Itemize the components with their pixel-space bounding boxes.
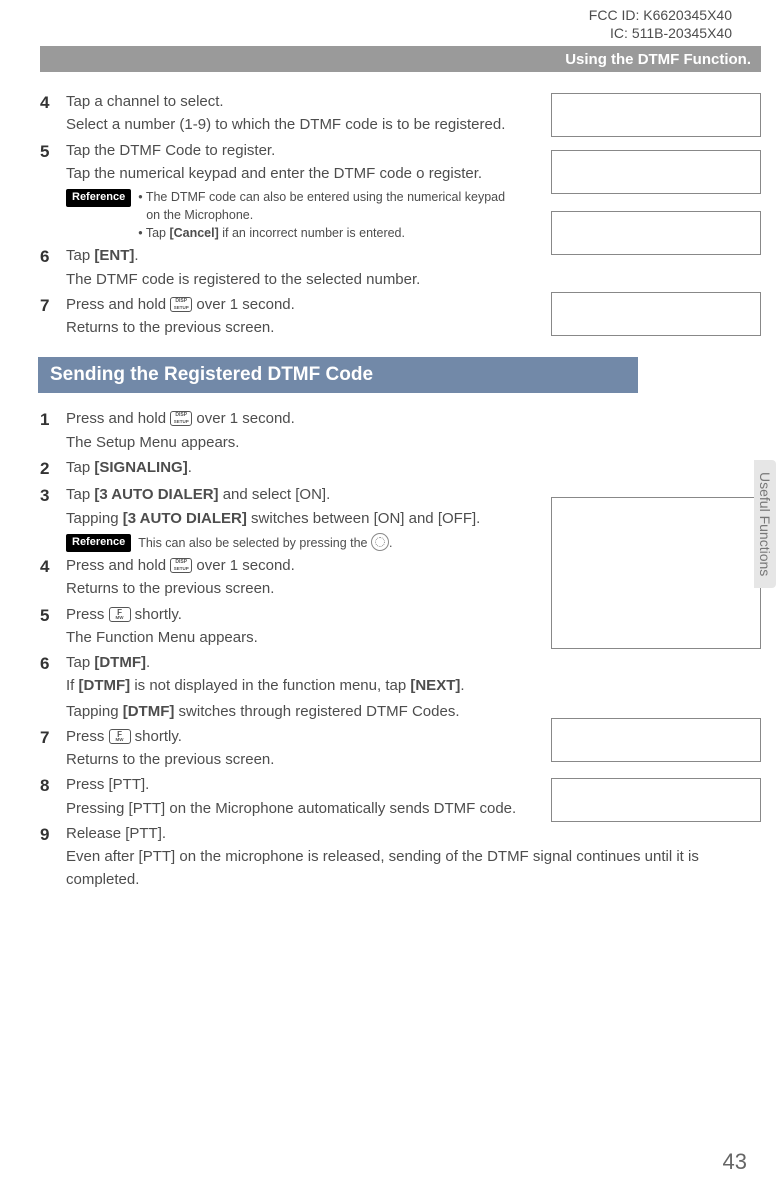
section-topbar: Using the DTMF Function.	[40, 46, 761, 72]
s2-step-5: 5 Press shortly. The Function Menu appea…	[40, 603, 730, 650]
step-desc: The Setup Menu appears.	[66, 434, 239, 451]
step-title: Release [PTT].	[66, 825, 166, 842]
f-mw-icon	[109, 607, 131, 622]
step-title: Press [PTT].	[66, 776, 149, 793]
topbar-text: Using the DTMF Function.	[565, 51, 751, 68]
disp-setup-icon	[170, 297, 192, 312]
step-body: Tap the DTMF Code to register. Tap the n…	[66, 139, 730, 243]
disp-setup-icon	[170, 411, 192, 426]
s2-step-2: 2 Tap [SIGNALING].	[40, 456, 730, 482]
step-num: 4	[40, 90, 66, 137]
ref-bullet-2: • Tap [Cancel] if an incorrect number is…	[138, 224, 510, 242]
fcc-id: FCC ID: K6620345X40	[589, 6, 732, 24]
s2-step-9: 9 Release [PTT]. Even after [PTT] on the…	[40, 822, 730, 892]
reference-row: Reference This can also be selected by p…	[66, 533, 510, 552]
step-title: Tap a channel to select.	[66, 93, 224, 110]
step-num: 8	[40, 773, 66, 820]
step-num: 7	[40, 293, 66, 340]
page-number: 43	[723, 1149, 747, 1175]
dial-icon	[371, 533, 389, 551]
side-tab: Useful Functions	[754, 460, 776, 588]
step-num: 5	[40, 139, 66, 243]
step-desc: Returns to the previous screen.	[66, 319, 274, 336]
step-num: 5	[40, 603, 66, 650]
step-6: 6 Tap [ENT]. The DTMF code is registered…	[40, 244, 730, 291]
section-heading: Sending the Registered DTMF Code	[38, 357, 638, 393]
side-tab-label: Useful Functions	[757, 472, 773, 576]
step-num: 9	[40, 822, 66, 892]
step-body: Press [PTT]. Pressing [PTT] on the Micro…	[66, 773, 730, 820]
reference-badge: Reference	[66, 189, 131, 207]
reference-text: • The DTMF code can also be entered usin…	[138, 188, 510, 242]
step-desc: Select a number (1-9) to which the DTMF …	[66, 116, 505, 133]
step-num: 2	[40, 456, 66, 482]
step-body: Press and hold over 1 second. Returns to…	[66, 293, 730, 340]
reference-badge: Reference	[66, 534, 131, 552]
step-body: Press shortly. Returns to the previous s…	[66, 725, 730, 772]
page-content: 4 Tap a channel to select. Select a numb…	[40, 90, 730, 894]
s2-step-1: 1 Press and hold over 1 second. The Setu…	[40, 407, 730, 454]
step-desc: Returns to the previous screen.	[66, 580, 274, 597]
section-heading-text: Sending the Registered DTMF Code	[50, 364, 373, 385]
step-body: Tap a channel to select. Select a number…	[66, 90, 730, 137]
step-desc: Even after [PTT] on the microphone is re…	[66, 848, 699, 888]
step-desc: Returns to the previous screen.	[66, 751, 274, 768]
s2-step-3: 3 Tap [3 AUTO DIALER] and select [ON]. T…	[40, 483, 730, 552]
step-body: Press and hold over 1 second. Returns to…	[66, 554, 730, 601]
step-4: 4 Tap a channel to select. Select a numb…	[40, 90, 730, 137]
s2-step-8: 8 Press [PTT]. Pressing [PTT] on the Mic…	[40, 773, 730, 820]
step-body: Press shortly. The Function Menu appears…	[66, 603, 730, 650]
step-body: Tap [3 AUTO DIALER] and select [ON]. Tap…	[66, 483, 730, 552]
step-num: 6	[40, 651, 66, 698]
step-body: Press and hold over 1 second. The Setup …	[66, 407, 730, 454]
s2-step-4: 4 Press and hold over 1 second. Returns …	[40, 554, 730, 601]
step-body: Tap [SIGNALING].	[66, 456, 730, 482]
fcc-header: FCC ID: K6620345X40 IC: 511B-20345X40	[589, 6, 732, 42]
step-num: 6	[40, 244, 66, 291]
disp-setup-icon	[170, 558, 192, 573]
step-desc: Tap the numerical keypad and enter the D…	[66, 165, 482, 182]
s2-step-7: 7 Press shortly. Returns to the previous…	[40, 725, 730, 772]
step-desc: The Function Menu appears.	[66, 629, 258, 646]
step-num: 3	[40, 483, 66, 552]
step-body: Tap [DTMF]. If [DTMF] is not displayed i…	[66, 651, 730, 698]
step-body: Tapping [DTMF] switches through register…	[66, 700, 730, 723]
step-desc: Pressing [PTT] on the Microphone automat…	[66, 800, 516, 817]
step-7: 7 Press and hold over 1 second. Returns …	[40, 293, 730, 340]
ref-bullet-1: • The DTMF code can also be entered usin…	[138, 188, 510, 224]
step-num: 7	[40, 725, 66, 772]
step-body: Tap [ENT]. The DTMF code is registered t…	[66, 244, 730, 291]
step-desc: The DTMF code is registered to the selec…	[66, 271, 420, 288]
reference-text: This can also be selected by pressing th…	[138, 533, 392, 552]
s2-step-6b: Tapping [DTMF] switches through register…	[40, 700, 730, 723]
f-mw-icon	[109, 729, 131, 744]
s2-step-6: 6 Tap [DTMF]. If [DTMF] is not displayed…	[40, 651, 730, 698]
step-title: Tap the DTMF Code to register.	[66, 142, 275, 159]
ic-id: IC: 511B-20345X40	[589, 24, 732, 42]
step-body: Release [PTT]. Even after [PTT] on the m…	[66, 822, 730, 892]
step-5: 5 Tap the DTMF Code to register. Tap the…	[40, 139, 730, 243]
step-num: 4	[40, 554, 66, 601]
step-num: 1	[40, 407, 66, 454]
reference-row: Reference • The DTMF code can also be en…	[66, 188, 510, 242]
